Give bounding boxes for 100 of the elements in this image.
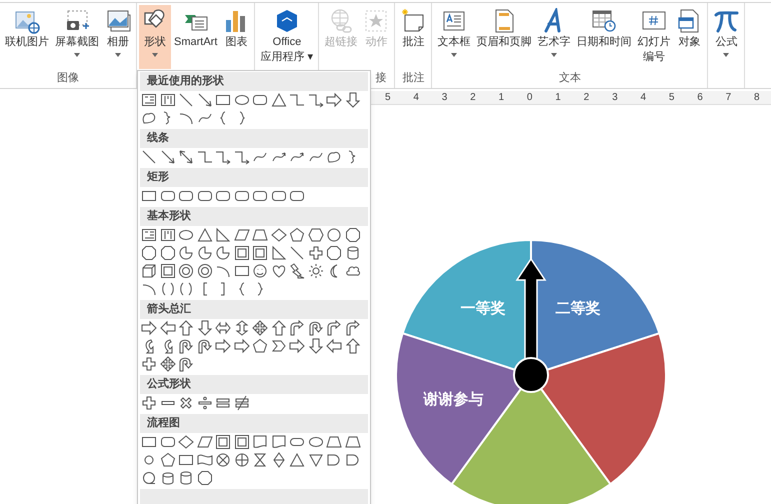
up-arrow-icon[interactable]: [344, 338, 360, 354]
tape-icon[interactable]: [196, 452, 212, 468]
frame-icon[interactable]: [160, 263, 176, 279]
delay-icon[interactable]: [344, 452, 360, 468]
chevron-icon[interactable]: [270, 338, 286, 354]
line-icon[interactable]: [141, 149, 157, 165]
triangle-icon[interactable]: [270, 92, 286, 108]
right-arrow-icon[interactable]: [215, 338, 231, 354]
pentagon-icon[interactable]: [252, 338, 268, 354]
divide-icon[interactable]: [196, 395, 212, 411]
parallelogram-icon[interactable]: [196, 434, 212, 450]
plus-icon[interactable]: [308, 245, 324, 261]
oval-icon[interactable]: [308, 434, 324, 450]
u-turn-arrow-icon[interactable]: [178, 356, 194, 372]
rounded-rectangle-icon[interactable]: [178, 188, 194, 204]
quad-arrow-icon[interactable]: [160, 356, 176, 372]
u-turn-arrow-icon[interactable]: [308, 320, 324, 336]
smiley-icon[interactable]: [252, 263, 268, 279]
rectangle-icon[interactable]: [215, 92, 231, 108]
rounded-rectangle-icon[interactable]: [160, 434, 176, 450]
vertical-text-box-icon[interactable]: [160, 92, 176, 108]
ribbon-button[interactable]: Office 应用程序 ▾: [257, 5, 316, 69]
rectangle-icon[interactable]: [141, 188, 157, 204]
pie-icon[interactable]: [178, 245, 194, 261]
heart-icon[interactable]: [270, 263, 286, 279]
oval-icon[interactable]: [178, 227, 194, 243]
right-arrow-icon[interactable]: [234, 338, 250, 354]
pentagon-icon[interactable]: [289, 227, 305, 243]
rounded-rectangle-icon[interactable]: [215, 188, 231, 204]
ribbon-button[interactable]: 屏幕截图: [52, 5, 102, 69]
lightning-icon[interactable]: [289, 263, 305, 279]
not-equal-icon[interactable]: [234, 395, 250, 411]
collate-icon[interactable]: [252, 452, 268, 468]
ribbon-button[interactable]: 图表: [220, 5, 252, 69]
summing-junction-icon[interactable]: [215, 452, 231, 468]
right-triangle-icon[interactable]: [215, 227, 231, 243]
rounded-rectangle-icon[interactable]: [160, 188, 176, 204]
ribbon-button[interactable]: 日期和时间: [573, 5, 634, 69]
octagon-icon[interactable]: [160, 245, 176, 261]
ribbon-button[interactable]: 批注: [397, 5, 430, 69]
or-icon[interactable]: [234, 452, 250, 468]
up-arrow-icon[interactable]: [178, 320, 194, 336]
ribbon-button[interactable]: 页眉和页脚: [473, 5, 534, 69]
rounded-rectangle-icon[interactable]: [289, 188, 305, 204]
ribbon-button[interactable]: 公式: [710, 5, 742, 69]
right-arrow-icon[interactable]: [141, 320, 157, 336]
elbow-arrow-icon[interactable]: [234, 149, 250, 165]
rounded-rectangle-icon[interactable]: [270, 188, 286, 204]
right-arrow-icon[interactable]: [289, 338, 305, 354]
text-box-icon[interactable]: [141, 92, 157, 108]
bent-arrow-icon[interactable]: [326, 320, 342, 336]
frame-icon[interactable]: [234, 245, 250, 261]
diamond-icon[interactable]: [178, 434, 194, 450]
triangle-icon[interactable]: [289, 452, 305, 468]
trapezoid-icon[interactable]: [344, 434, 360, 450]
bent-arrow-icon[interactable]: [344, 320, 360, 336]
text-box-icon[interactable]: [141, 227, 157, 243]
trapezoid-icon[interactable]: [252, 227, 268, 243]
up-arrow-icon[interactable]: [270, 320, 286, 336]
arrow-line-icon[interactable]: [160, 149, 176, 165]
down-arrow-icon[interactable]: [344, 92, 360, 108]
document-icon[interactable]: [270, 434, 286, 450]
donut-icon[interactable]: [196, 263, 212, 279]
delay-icon[interactable]: [326, 452, 342, 468]
pentagon-icon[interactable]: [160, 452, 176, 468]
down-arrow-icon[interactable]: [308, 338, 324, 354]
frame-icon[interactable]: [234, 434, 250, 450]
double-bracket-icon[interactable]: [160, 281, 176, 297]
triangle-icon[interactable]: [196, 227, 212, 243]
freeform-icon[interactable]: [141, 110, 157, 126]
multiply-icon[interactable]: [178, 395, 194, 411]
sun-icon[interactable]: [308, 263, 324, 279]
bent-arrow-icon[interactable]: [289, 320, 305, 336]
quad-arrow-icon[interactable]: [252, 320, 268, 336]
frame-icon[interactable]: [252, 245, 268, 261]
down-arrow-icon[interactable]: [196, 320, 212, 336]
elbow-arrow-icon[interactable]: [215, 149, 231, 165]
rounded-rectangle-icon[interactable]: [252, 188, 268, 204]
octagon-icon[interactable]: [344, 227, 360, 243]
document-icon[interactable]: [252, 434, 268, 450]
plus-icon[interactable]: [141, 395, 157, 411]
frame-icon[interactable]: [215, 434, 231, 450]
plus-icon[interactable]: [141, 356, 157, 372]
cylinder-icon[interactable]: [344, 245, 360, 261]
donut-icon[interactable]: [178, 263, 194, 279]
rectangle-icon[interactable]: [141, 434, 157, 450]
ribbon-button[interactable]: 文本框: [434, 5, 474, 69]
double-bracket-icon[interactable]: [178, 281, 194, 297]
right-triangle-icon[interactable]: [270, 245, 286, 261]
sort-icon[interactable]: [270, 452, 286, 468]
ribbon-button[interactable]: SmartArt: [171, 5, 220, 69]
pie-icon[interactable]: [196, 245, 212, 261]
rounded-rectangle-icon[interactable]: [252, 92, 268, 108]
oval-icon[interactable]: [234, 92, 250, 108]
trapezoid-icon[interactable]: [326, 434, 342, 450]
right-arrow-icon[interactable]: [326, 92, 342, 108]
rectangle-icon[interactable]: [234, 263, 250, 279]
line-icon[interactable]: [289, 245, 305, 261]
vertical-text-box-icon[interactable]: [160, 227, 176, 243]
u-turn-arrow-icon[interactable]: [196, 338, 212, 354]
